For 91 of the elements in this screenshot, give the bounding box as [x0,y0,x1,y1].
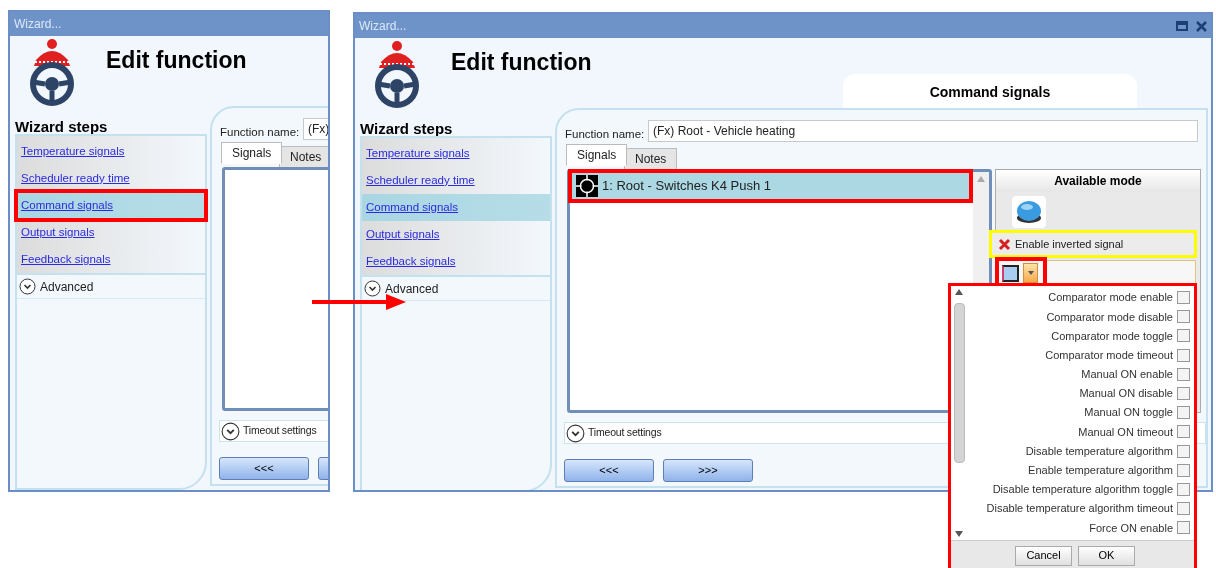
step-link[interactable]: Feedback signals [362,248,550,275]
checkbox[interactable] [1177,425,1190,439]
step-link[interactable]: Temperature signals [17,138,205,165]
mode-picker-field[interactable] [998,260,1196,286]
dropdown-button[interactable] [1023,263,1038,283]
page-heading: Edit function [451,48,592,77]
push-button-icon [1012,196,1046,228]
chevron-down-icon[interactable] [221,421,240,441]
option-label: Comparator mode disable [1046,309,1173,325]
option-label: Manual ON disable [1079,386,1173,402]
mode-option[interactable]: Manual ON enable [967,364,1190,384]
section-label: Advanced [385,280,439,298]
checkbox[interactable] [1177,444,1190,458]
tab[interactable]: Notes [624,148,678,170]
step-link[interactable]: Output signals [362,221,550,248]
option-label: Comparator mode enable [1048,290,1173,306]
book-icon [1002,264,1019,282]
section-label: Timeout settings [243,423,317,439]
scroll-down-icon[interactable] [955,531,963,537]
mode-option[interactable]: Comparator mode disable [967,307,1190,327]
step-link[interactable]: Scheduler ready time [17,165,205,192]
function-name-field[interactable]: (Fx) [303,118,328,140]
option-label: Manual ON toggle [1084,405,1173,421]
chevron-down-icon[interactable] [364,280,381,297]
checkbox[interactable] [1177,387,1190,401]
mode-option[interactable]: Comparator mode toggle [967,326,1190,346]
mode-option[interactable]: Enable temperature algorithm [967,460,1190,480]
mode-option[interactable]: Force ON enable [967,518,1190,538]
checkbox[interactable] [1177,502,1190,516]
step-link[interactable]: Scheduler ready time [362,167,550,194]
step-link[interactable]: Output signals [17,219,205,246]
option-label: Manual ON enable [1081,367,1173,383]
close-icon[interactable] [1196,20,1207,32]
mode-option[interactable]: Disable temperature algorithm timeout [967,499,1190,519]
nav-button[interactable]: <<< [564,459,654,482]
mode-option[interactable]: Disable temperature algorithm toggle [967,479,1190,500]
section-label: Advanced [40,278,94,296]
option-label: Disable temperature algorithm toggle [992,482,1173,498]
step-link[interactable]: Feedback signals [17,246,205,273]
window-title: Wizard... [359,18,407,35]
checkbox[interactable] [1177,348,1190,362]
checkbox[interactable] [1177,406,1190,420]
checkbox[interactable] [1177,329,1190,343]
steps-heading: Wizard steps [15,117,108,137]
chevron-down-icon[interactable] [19,278,36,295]
dialog-button[interactable]: OK [1078,545,1135,566]
checkbox[interactable] [1177,463,1190,477]
window-title: Wizard... [14,16,62,33]
tab[interactable]: Signals [566,144,628,166]
checkbox[interactable] [1177,521,1190,535]
option-label: Enable inverted signal [1015,236,1124,252]
option-label: Enable temperature algorithm [1028,463,1173,479]
mode-option[interactable]: Manual ON timeout [967,422,1190,442]
step-link[interactable]: Command signals [362,194,550,221]
mode-option[interactable]: Disable temperature algorithm [967,441,1190,461]
dialog-button[interactable]: Cancel [1015,545,1072,566]
page-heading: Edit function [106,46,247,75]
caret-down-icon [1027,271,1034,275]
step-link[interactable]: Temperature signals [362,140,550,167]
section-label: Timeout settings [588,425,662,441]
option-label: Comparator mode timeout [1045,347,1173,363]
crosshair-icon [576,175,598,197]
step-link[interactable]: Command signals [17,192,205,219]
mode-option[interactable]: Manual ON disable [967,383,1190,404]
tab[interactable]: Notes [279,146,328,168]
function-name-field[interactable]: (Fx) Root - Vehicle heating [648,120,1198,142]
mode-option[interactable]: Comparator mode timeout [967,345,1190,365]
option-label: Disable temperature algorithm [1025,443,1173,459]
chevron-down-icon[interactable] [566,423,585,443]
checkbox[interactable] [1177,482,1190,496]
scroll-thumb[interactable] [953,303,965,463]
checkbox[interactable] [1177,310,1190,324]
option-label: Disable temperature algorithm timeout [986,501,1173,517]
steps-heading: Wizard steps [360,119,453,139]
field-label: Function name: [565,127,645,142]
checkbox[interactable] [1177,291,1190,305]
cross-icon [998,237,1011,251]
maximize-icon[interactable] [1176,21,1188,31]
scrollbar[interactable] [951,286,967,540]
option-label: Manual ON timeout [1078,424,1173,440]
tab[interactable]: Signals [221,142,283,164]
nav-button[interactable]: >>> [663,459,753,482]
checkbox[interactable] [1177,367,1190,381]
mode-option[interactable]: Comparator mode enable [967,288,1190,308]
signal-label: 1: Root - Switches K4 Push 1 [602,177,772,196]
scroll-up-icon[interactable] [955,289,963,295]
option-label: Force ON enable [1089,520,1173,536]
option-label: Comparator mode toggle [1051,328,1173,344]
mode-option[interactable]: Manual ON toggle [967,403,1190,423]
nav-button[interactable]: <<< [219,457,309,480]
field-label: Function name: [220,125,300,140]
